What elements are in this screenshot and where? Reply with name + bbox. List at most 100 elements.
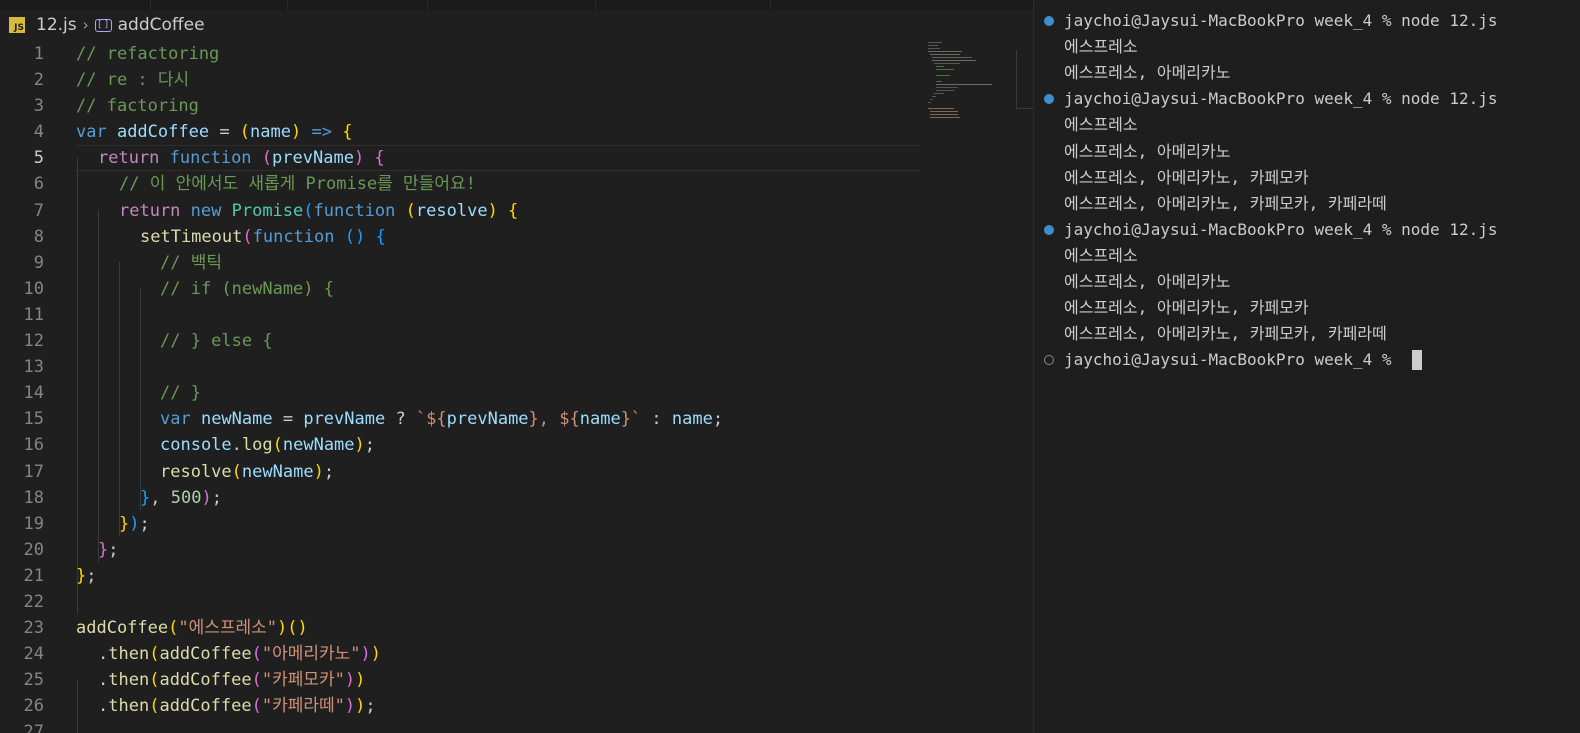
code-line: 10 // if (newName) { <box>0 276 1033 302</box>
code-text: .then(addCoffee("카페라떼")); <box>98 696 376 717</box>
code-line: 6 // 이 안에서도 새롭게 Promise를 만들어요! <box>0 171 1033 197</box>
terminal-output: 에스프레소 <box>1064 115 1138 135</box>
code-line: 19}); <box>0 511 1033 537</box>
code-line: 17 resolve(newName); <box>0 459 1033 485</box>
editor-tab[interactable] <box>595 0 771 10</box>
code-line: 11 <box>0 302 1033 328</box>
line-number: 7 <box>33 200 44 221</box>
line-number: 1 <box>33 44 44 64</box>
code-line: 15 var newName = prevName ? `${prevName},… <box>0 406 1033 432</box>
variable-symbol-icon: [ ] <box>94 18 112 32</box>
line-number: 20 <box>23 539 44 560</box>
line-number: 14 <box>23 383 44 404</box>
code-line: 1 // refactoring <box>0 41 1033 67</box>
line-number: 13 <box>23 357 44 378</box>
code-editor[interactable]: JS 12.js › [ ] addCoffee 1 // refactoring… <box>0 10 1033 733</box>
code-text: }); <box>119 513 150 534</box>
code-area[interactable]: 1 // refactoring 2 // re : 다시 3 // factorin… <box>0 41 1033 733</box>
line-number: 17 <box>23 461 44 482</box>
terminal-output: 에스프레소, 아메리카노 <box>1064 141 1231 161</box>
code-line: 21}; <box>0 563 1033 589</box>
breadcrumb-symbol[interactable]: addCoffee <box>118 15 205 35</box>
code-line: 7 return new Promise(function (resolve) { <box>0 198 1033 224</box>
line-number: 27 <box>23 722 44 733</box>
breadcrumb-file[interactable]: 12.js <box>36 15 77 35</box>
code-text: addCoffee("에스프레소")() <box>76 618 308 639</box>
line-number: 16 <box>23 435 44 456</box>
line-number: 6 <box>33 174 44 195</box>
code-comment: // factoring <box>76 96 199 117</box>
editor-tab[interactable] <box>0 0 151 10</box>
code-text: .then(addCoffee("아메리카노")) <box>98 644 381 665</box>
code-text: }, 500); <box>140 487 222 508</box>
minimap-slider[interactable] <box>1016 50 1033 109</box>
command-pending-circle-icon[interactable] <box>1044 355 1054 366</box>
line-number: 11 <box>23 304 44 325</box>
command-status-dot-icon[interactable] <box>1044 16 1054 26</box>
terminal-prompt: jaychoi@Jaysui-MacBookPro week_4 % node … <box>1064 89 1498 109</box>
editor-tab[interactable] <box>150 0 288 10</box>
line-number: 18 <box>23 487 44 508</box>
code-text: .then(addCoffee("카페모카")) <box>98 670 366 691</box>
line-number: 26 <box>23 696 44 717</box>
terminal-panel[interactable]: jaychoi@Jaysui-MacBookPro week_4 % node … <box>1034 0 1580 733</box>
line-number: 22 <box>23 591 44 612</box>
code-line: 8 setTimeout(function () { <box>0 224 1033 250</box>
terminal-output: 에스프레소, 아메리카노 <box>1064 63 1231 83</box>
line-number: 24 <box>23 644 44 665</box>
code-text: console.log(newName); <box>160 435 376 456</box>
code-comment: // 백틱 <box>160 252 222 273</box>
line-number: 5 <box>33 148 44 169</box>
code-line: 16 console.log(newName); <box>0 432 1033 458</box>
terminal-output: 에스프레소, 아메리카노 <box>1064 272 1231 291</box>
code-line: 2 // re : 다시 <box>0 67 1033 93</box>
code-text: }; <box>98 539 119 560</box>
code-line: 14 // } <box>0 380 1033 406</box>
terminal-prompt: jaychoi@Jaysui-MacBookPro week_4 % <box>1064 350 1402 370</box>
code-line: 25 .then(addCoffee("카페모카")) <box>0 667 1033 693</box>
terminal-output: 에스프레소, 아메리카노, 카페모카, 카페라떼 <box>1064 324 1387 344</box>
line-number: 21 <box>23 565 44 586</box>
minimap[interactable] <box>924 40 1024 120</box>
code-comment: // } else { <box>160 331 273 352</box>
code-line: 27 <box>0 719 1033 733</box>
terminal-prompt: jaychoi@Jaysui-MacBookPro week_4 % node … <box>1064 11 1498 30</box>
terminal-output: 에스프레소, 아메리카노, 카페모카, 카페라떼 <box>1064 193 1387 213</box>
code-line: 22 <box>0 589 1033 615</box>
code-text: var addCoffee = (name) => { <box>76 122 353 143</box>
code-comment: // refactoring <box>76 44 220 64</box>
code-line: 12 // } else { <box>0 328 1033 354</box>
command-status-dot-icon[interactable] <box>1044 94 1054 105</box>
terminal-output: 에스프레소 <box>1064 245 1138 265</box>
chevron-right-icon: › <box>82 16 89 34</box>
line-number: 2 <box>33 70 44 91</box>
code-text: }; <box>76 565 97 586</box>
line-number: 3 <box>33 96 44 117</box>
breadcrumb: JS 12.js › [ ] addCoffee <box>0 10 1033 40</box>
line-number: 4 <box>33 122 44 143</box>
code-comment: // 이 안에서도 새롭게 Promise를 만들어요! <box>119 174 476 195</box>
code-line: 23 addCoffee("에스프레소")() <box>0 615 1033 641</box>
code-line: 26 .then(addCoffee("카페라떼")); <box>0 693 1033 719</box>
command-status-dot-icon[interactable] <box>1044 224 1054 235</box>
code-text: var newName = prevName ? `${prevName}, $… <box>160 409 724 430</box>
editor-tab[interactable] <box>427 0 596 10</box>
terminal-output: 에스프레소 <box>1064 37 1138 57</box>
terminal-prompt: jaychoi@Jaysui-MacBookPro week_4 % node … <box>1064 219 1498 239</box>
line-number: 23 <box>23 618 44 639</box>
code-comment: // } <box>160 383 201 404</box>
line-number: 8 <box>33 226 44 247</box>
code-comment: // re : 다시 <box>76 70 190 91</box>
code-line: 13 <box>0 354 1033 380</box>
line-number: 15 <box>23 409 44 430</box>
terminal-output: 에스프레소, 아메리카노, 카페모카 <box>1064 167 1309 187</box>
line-number: 19 <box>23 513 44 534</box>
editor-tab[interactable] <box>287 0 428 10</box>
code-line: 4 var addCoffee = (name) => { <box>0 119 1033 145</box>
code-text: resolve(newName); <box>160 461 335 482</box>
javascript-file-icon: JS <box>9 17 25 33</box>
line-number: 25 <box>23 670 44 691</box>
code-line: 5 return function (prevName) { <box>0 145 1033 171</box>
line-number: 9 <box>33 252 44 273</box>
code-line: 24 .then(addCoffee("아메리카노")) <box>0 641 1033 667</box>
